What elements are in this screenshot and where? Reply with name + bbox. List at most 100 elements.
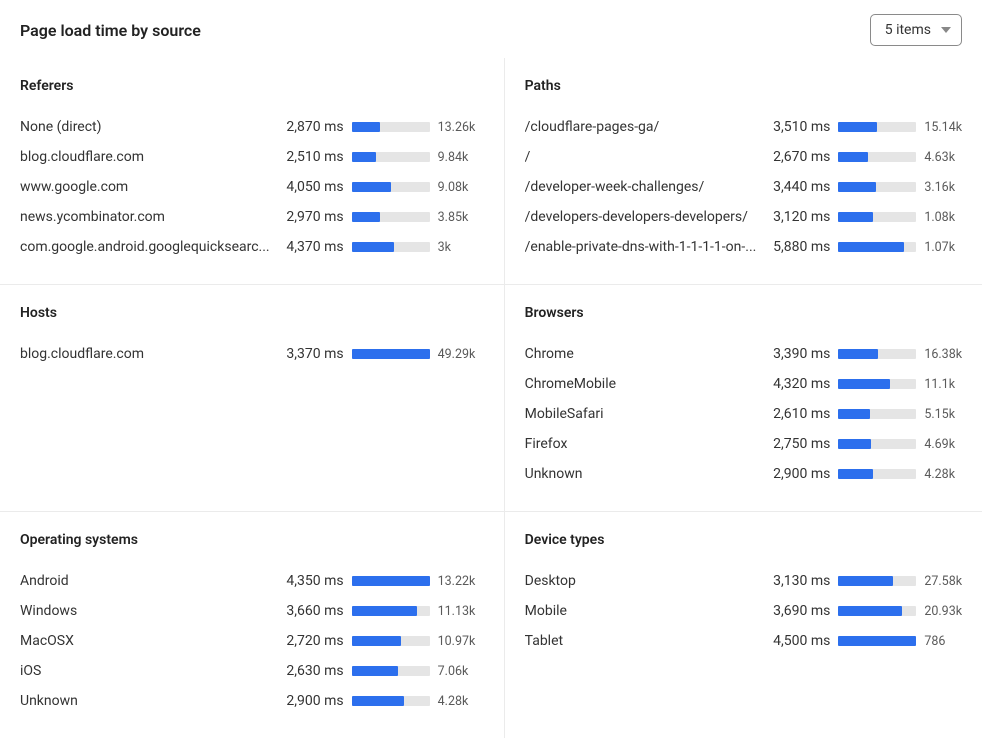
data-row[interactable]: /enable-private-dns-with-1-1-1-1-on-...5… — [525, 232, 971, 262]
row-name: www.google.com — [20, 179, 270, 195]
row-bar — [352, 606, 430, 616]
panel: Paths/cloudflare-pages-ga/3,510 ms15.14k… — [505, 58, 982, 284]
row-name: Unknown — [20, 693, 270, 709]
panel: BrowsersChrome3,390 ms16.38kChromeMobile… — [505, 284, 982, 511]
row-bar-fill — [838, 606, 902, 616]
data-row[interactable]: None (direct) 2,870 ms 13.26k — [20, 112, 484, 142]
row-bar-fill — [838, 409, 869, 419]
row-bar — [838, 439, 916, 449]
data-row[interactable]: Unknown2,900 ms4.28k — [20, 686, 484, 716]
row-bar-fill — [352, 242, 394, 252]
row-bar — [838, 379, 916, 389]
items-count-dropdown[interactable]: 5 items — [870, 14, 962, 46]
row-name: Firefox — [525, 436, 757, 452]
panel: Device typesDesktop3,130 ms27.58kMobile3… — [505, 511, 982, 738]
data-row[interactable]: iOS2,630 ms7.06k — [20, 656, 484, 686]
data-row[interactable]: Unknown2,900 ms4.28k — [525, 459, 971, 489]
row-load-time: 3,130 ms — [764, 573, 830, 589]
row-name: iOS — [20, 663, 270, 679]
row-bar-fill — [352, 122, 380, 132]
row-name: news.ycombinator.com — [20, 209, 270, 225]
row-bar — [352, 636, 430, 646]
data-row[interactable]: Tablet4,500 ms786 — [525, 626, 971, 656]
data-row[interactable]: ChromeMobile4,320 ms11.1k — [525, 369, 971, 399]
row-count: 3.85k — [438, 210, 484, 225]
row-bar-fill — [838, 242, 904, 252]
row-bar-fill — [838, 469, 872, 479]
data-row[interactable]: Desktop3,130 ms27.58k — [525, 566, 971, 596]
row-bar — [838, 409, 916, 419]
row-bar-fill — [838, 122, 876, 132]
panel-title: Referers — [20, 78, 484, 94]
row-bar — [838, 182, 916, 192]
row-name: Windows — [20, 603, 270, 619]
panel: Operating systemsAndroid4,350 ms13.22kWi… — [0, 511, 505, 738]
row-count: 1.08k — [924, 210, 970, 225]
row-bar-fill — [838, 576, 893, 586]
row-count: 4.63k — [924, 150, 970, 165]
row-count: 7.06k — [438, 664, 484, 679]
panel-title: Hosts — [20, 305, 484, 321]
row-count: 1.07k — [924, 240, 970, 255]
row-load-time: 3,660 ms — [278, 603, 344, 619]
row-load-time: 2,870 ms — [278, 119, 344, 135]
data-row[interactable]: com.google.android.googlequicksearc...4,… — [20, 232, 484, 262]
row-count: 13.22k — [438, 574, 484, 589]
data-row[interactable]: /developer-week-challenges/3,440 ms3.16k — [525, 172, 971, 202]
row-load-time: 3,510 ms — [764, 119, 830, 135]
row-bar-fill — [352, 696, 404, 706]
row-name: /enable-private-dns-with-1-1-1-1-on-... — [525, 239, 757, 255]
row-count: 786 — [924, 634, 970, 649]
row-name: com.google.android.googlequicksearc... — [20, 239, 270, 255]
row-load-time: 2,720 ms — [278, 633, 344, 649]
data-row[interactable]: Android4,350 ms13.22k — [20, 566, 484, 596]
data-row[interactable]: news.ycombinator.com2,970 ms3.85k — [20, 202, 484, 232]
row-bar-fill — [352, 636, 401, 646]
data-row[interactable]: /developers-developers-developers/3,120 … — [525, 202, 971, 232]
row-load-time: 2,900 ms — [278, 693, 344, 709]
data-row[interactable]: MobileSafari2,610 ms5.15k — [525, 399, 971, 429]
row-count: 9.08k — [438, 180, 484, 195]
row-load-time: 4,050 ms — [278, 179, 344, 195]
row-bar-fill — [838, 182, 875, 192]
row-name: MobileSafari — [525, 406, 757, 422]
panel-title: Device types — [525, 532, 971, 548]
row-count: 15.14k — [924, 120, 970, 135]
row-name: Chrome — [525, 346, 757, 362]
row-bar — [352, 182, 430, 192]
data-row[interactable]: www.google.com 4,050 ms 9.08k — [20, 172, 484, 202]
page-header: Page load time by source 5 items — [0, 0, 982, 58]
data-row[interactable]: /2,670 ms4.63k — [525, 142, 971, 172]
data-row[interactable]: /cloudflare-pages-ga/3,510 ms15.14k — [525, 112, 971, 142]
row-bar — [838, 349, 916, 359]
row-bar — [838, 469, 916, 479]
chevron-down-icon — [941, 27, 951, 33]
row-bar — [838, 636, 916, 646]
row-bar-fill — [352, 212, 381, 222]
data-row[interactable]: blog.cloudflare.com3,370 ms49.29k — [20, 339, 484, 369]
row-load-time: 2,750 ms — [764, 436, 830, 452]
data-row[interactable]: MacOSX2,720 ms10.97k — [20, 626, 484, 656]
data-row[interactable]: Windows3,660 ms11.13k — [20, 596, 484, 626]
row-count: 16.38k — [924, 347, 970, 362]
row-load-time: 3,440 ms — [764, 179, 830, 195]
row-name: blog.cloudflare.com — [20, 149, 270, 165]
panel: Referers None (direct) 2,870 ms 13.26k blog.… — [0, 58, 505, 284]
row-bar — [352, 122, 430, 132]
row-bar — [838, 122, 916, 132]
row-name: None (direct) — [20, 119, 270, 135]
row-bar-fill — [352, 606, 418, 616]
data-row[interactable]: blog.cloudflare.com2,510 ms9.84k — [20, 142, 484, 172]
data-row[interactable]: Firefox2,750 ms4.69k — [525, 429, 971, 459]
row-bar-fill — [838, 439, 871, 449]
row-bar — [352, 349, 430, 359]
row-load-time: 4,350 ms — [278, 573, 344, 589]
data-row[interactable]: Mobile3,690 ms20.93k — [525, 596, 971, 626]
row-count: 13.26k — [438, 120, 484, 135]
row-load-time: 3,370 ms — [278, 346, 344, 362]
data-row[interactable]: Chrome3,390 ms16.38k — [525, 339, 971, 369]
row-name: MacOSX — [20, 633, 270, 649]
row-name: Mobile — [525, 603, 757, 619]
row-bar — [352, 242, 430, 252]
panel-title: Paths — [525, 78, 971, 94]
